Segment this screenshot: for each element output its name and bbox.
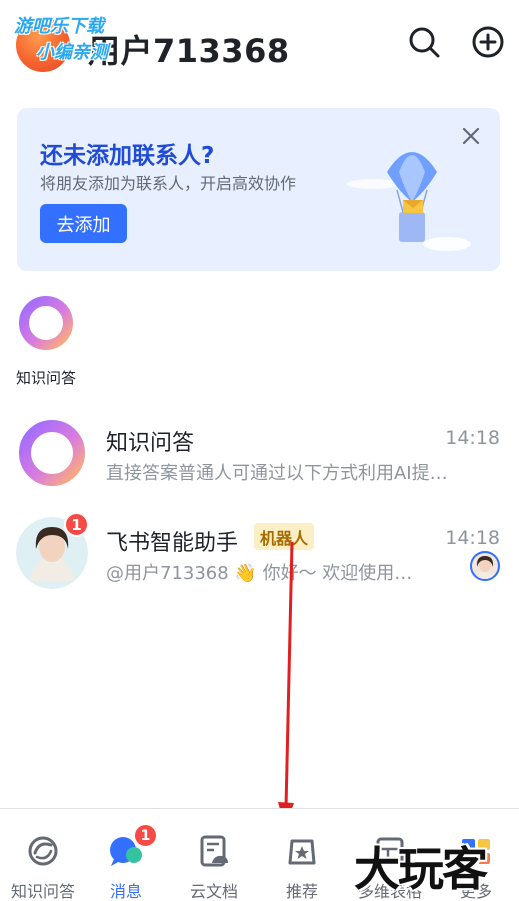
watermark-text: 游吧乐下载 [14,16,104,37]
corner-watermark: 大玩客 [354,842,488,896]
banner-subtitle: 将朋友添加为联系人，开启高效协作 [40,174,297,193]
chat-item-knowledge-qa[interactable]: 知识问答 14:18 直接答案普通人可通过以下方式利用AI提… [0,405,519,505]
banner-title: 还未添加联系人? [40,143,215,169]
chat-time: 14:18 [445,427,500,449]
add-contact-button[interactable]: 去添加 [40,204,127,243]
chat-time: 14:18 [445,527,500,549]
annotation-arrow [278,541,294,828]
add-contact-banner: 还未添加联系人? 将朋友添加为联系人，开启高效协作 去添加 [17,108,500,271]
app-header: 用户713368 游吧乐下载 小编亲测 [0,0,519,100]
nav-unread-badge: 1 [133,823,158,848]
docs-icon [200,835,228,867]
nav-label: 推荐 [285,882,318,901]
nav-item-knowledge-qa[interactable]: 知识问答 [0,809,86,901]
knowledge-ring-icon [19,296,73,350]
recommend-icon [288,839,316,865]
watermark-text: 小编亲测 [36,42,108,63]
nav-label: 知识问答 [10,882,75,901]
knowledge-icon [28,836,58,866]
nav-label: 消息 [109,882,142,901]
nav-item-recommend[interactable]: 推荐 [259,809,345,901]
knowledge-ring-avatar [19,420,85,486]
chat-preview: @用户713368 👋 你好～ 欢迎使用… [106,563,413,584]
page-title: 用户713368 [88,32,290,70]
read-receipt-avatar [470,551,500,581]
chat-item-feishu-assistant[interactable]: 1 飞书智能助手 机器人 14:18 @用户713368 👋 你好～ 欢迎使用… [0,505,519,605]
unread-badge: 1 [64,512,89,537]
add-button[interactable] [470,24,506,60]
hot-air-balloon-illustration [347,152,471,251]
nav-item-docs[interactable]: 云文档 [171,809,257,901]
search-icon [409,27,440,58]
quick-item-label: 知识问答 [15,369,76,387]
search-button[interactable] [406,24,442,60]
chat-name: 知识问答 [106,431,195,456]
nav-label: 云文档 [189,882,238,901]
quick-item-knowledge-qa[interactable]: 知识问答 [12,293,80,388]
nav-item-messages[interactable]: 1 消息 [83,809,169,901]
plus-circle-icon [472,26,504,58]
chat-name: 飞书智能助手 [106,531,239,556]
chat-preview: 直接答案普通人可通过以下方式利用AI提… [106,463,448,484]
